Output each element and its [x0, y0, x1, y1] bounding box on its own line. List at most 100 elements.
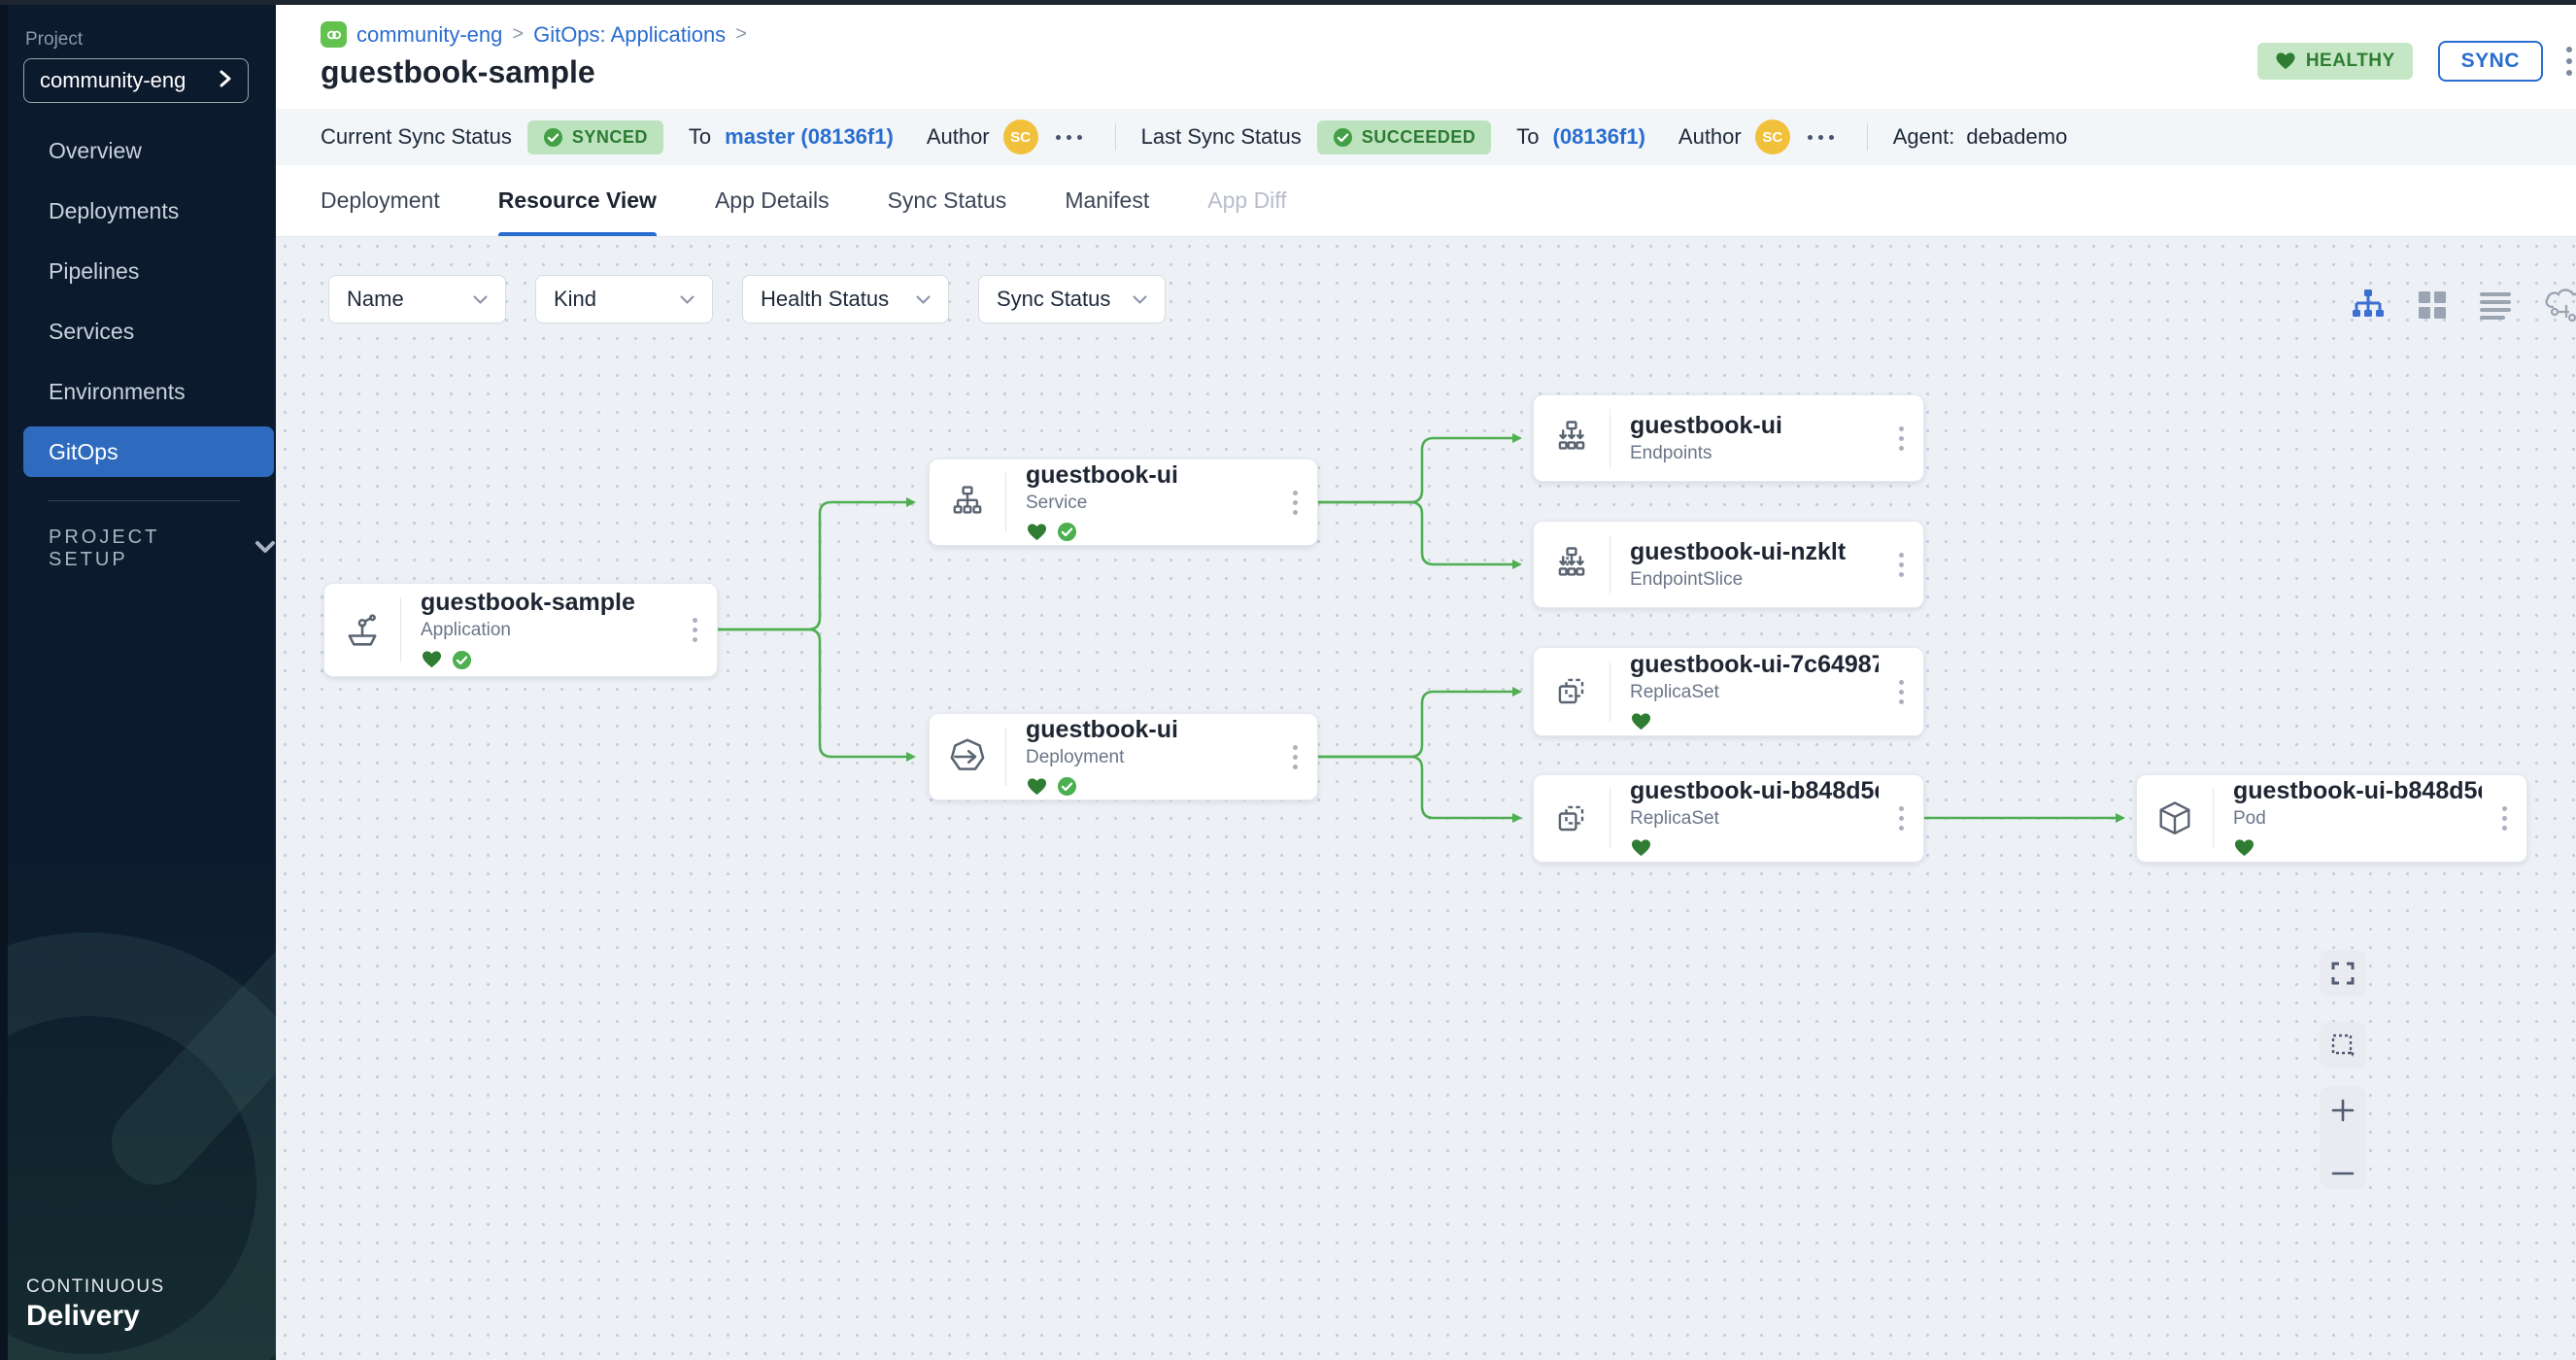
node-status-icons: [1630, 836, 1879, 860]
node-kind: Deployment: [1026, 747, 1272, 768]
project-setup-label: PROJECT SETUP: [49, 527, 229, 571]
grid-view-icon[interactable]: [2417, 289, 2448, 321]
filter-name-dropdown[interactable]: Name: [328, 275, 506, 323]
heart-icon: [2233, 838, 2255, 858]
node-kind: ReplicaSet: [1630, 808, 1879, 830]
sidebar-nav: Overview Deployments Pipelines Services …: [0, 120, 276, 482]
node-menu-icon[interactable]: [1272, 459, 1317, 545]
chevron-down-icon: [1133, 295, 1147, 304]
succeeded-badge: SUCCEEDED: [1317, 120, 1492, 154]
graph-node-deployment[interactable]: guestbook-ui Deployment: [929, 713, 1318, 800]
node-name: guestbook-ui: [1026, 461, 1272, 490]
synced-check-icon: [543, 127, 563, 148]
synced-badge: SYNCED: [527, 120, 663, 154]
project-setup-toggle[interactable]: PROJECT SETUP: [49, 527, 276, 571]
filter-label: Sync Status: [997, 287, 1110, 312]
graph-node-endpointslice[interactable]: guestbook-ui-nzklt EndpointSlice: [1533, 521, 1924, 608]
chevron-down-icon: [254, 540, 276, 559]
last-target-revision-link[interactable]: (08136f1): [1553, 124, 1645, 150]
filter-sync-status-dropdown[interactable]: Sync Status: [978, 275, 1166, 323]
tab-resource-view[interactable]: Resource View: [498, 165, 657, 236]
node-menu-icon[interactable]: [1879, 395, 1923, 481]
replicaset-icon: [1534, 648, 1610, 735]
project-selector[interactable]: community-eng: [23, 58, 249, 103]
synced-check-icon: [1057, 776, 1077, 797]
tab-manifest[interactable]: Manifest: [1065, 165, 1149, 236]
sidebar: Project community-eng Overview Deploymen…: [0, 0, 276, 1360]
synced-check-icon: [1057, 522, 1077, 542]
node-kind: Service: [1026, 493, 1272, 514]
breadcrumb-separator: >: [735, 23, 747, 46]
module-brand: CONTINUOUS Delivery: [26, 1276, 165, 1333]
window-edge-top: [0, 0, 2576, 5]
tab-sync-status[interactable]: Sync Status: [888, 165, 1007, 236]
sidebar-item-label: Environments: [49, 379, 186, 405]
more-options-icon[interactable]: [1056, 135, 1082, 140]
list-view-icon[interactable]: [2479, 290, 2512, 320]
graph-node-replicaset-7c64987dc9[interactable]: guestbook-ui-7c64987dc9 ReplicaSet: [1533, 647, 1924, 736]
replicaset-icon: [1534, 775, 1610, 862]
gitops-logo-icon: [321, 21, 347, 48]
node-menu-icon[interactable]: [1879, 648, 1923, 735]
project-name: community-eng: [40, 68, 186, 93]
sidebar-item-overview[interactable]: Overview: [0, 120, 276, 181]
sidebar-item-gitops[interactable]: GitOps: [0, 422, 276, 482]
sidebar-item-environments[interactable]: Environments: [0, 361, 276, 422]
health-badge-label: HEALTHY: [2306, 51, 2395, 72]
chevron-down-icon: [916, 295, 931, 304]
heart-icon: [1026, 777, 1048, 797]
marquee-select-icon: [2330, 1033, 2356, 1058]
sidebar-item-label: GitOps: [49, 439, 119, 465]
node-name: guestbook-ui: [1630, 412, 1879, 440]
current-sync-status-label: Current Sync Status: [321, 124, 512, 150]
zoom-out-button[interactable]: [2330, 1170, 2356, 1177]
sidebar-item-label: Deployments: [49, 198, 179, 224]
node-status-icons: [1630, 710, 1879, 733]
filter-health-status-dropdown[interactable]: Health Status: [742, 275, 949, 323]
marquee-select-button[interactable]: [2320, 1022, 2366, 1069]
graph-node-endpoints[interactable]: guestbook-ui Endpoints: [1533, 394, 1924, 482]
fullscreen-button[interactable]: [2320, 950, 2366, 997]
current-target-revision-link[interactable]: master (08136f1): [725, 124, 894, 150]
node-name: guestbook-ui: [1026, 716, 1272, 744]
node-menu-icon[interactable]: [2482, 775, 2526, 862]
filter-kind-dropdown[interactable]: Kind: [535, 275, 713, 323]
sidebar-item-services[interactable]: Services: [0, 301, 276, 361]
zoom-in-button[interactable]: [2330, 1098, 2356, 1123]
heart-icon: [2275, 51, 2296, 71]
node-menu-icon[interactable]: [1879, 775, 1923, 862]
sidebar-item-label: Overview: [49, 138, 142, 164]
sidebar-item-pipelines[interactable]: Pipelines: [0, 241, 276, 301]
breadcrumb: community-eng > GitOps: Applications >: [321, 21, 747, 48]
node-menu-icon[interactable]: [1272, 714, 1317, 799]
node-name: guestbook-ui-b848d5d9...: [2233, 777, 2482, 805]
node-name: guestbook-sample: [421, 589, 672, 617]
tab-deployment[interactable]: Deployment: [321, 165, 440, 236]
sidebar-item-label: Services: [49, 319, 134, 345]
agent-label: Agent:: [1893, 124, 1955, 150]
breadcrumb-section-link[interactable]: GitOps: Applications: [533, 22, 726, 48]
breadcrumb-project-link[interactable]: community-eng: [356, 22, 502, 48]
header-kebab-icon[interactable]: [2566, 47, 2572, 76]
sync-button[interactable]: SYNC: [2438, 41, 2543, 82]
succeeded-check-icon: [1333, 127, 1353, 148]
harness-gitops-app-page: Project community-eng Overview Deploymen…: [0, 0, 2576, 1360]
more-options-icon[interactable]: [1808, 135, 1834, 140]
service-icon: [930, 459, 1005, 545]
health-status-badge: HEALTHY: [2257, 43, 2413, 80]
endpointslice-icon: [1534, 522, 1610, 607]
graph-node-application[interactable]: guestbook-sample Application: [323, 583, 718, 677]
resource-graph-canvas[interactable]: Name Kind Health Status Sync Status: [276, 237, 2576, 1360]
tab-app-details[interactable]: App Details: [715, 165, 830, 236]
node-menu-icon[interactable]: [672, 584, 717, 676]
graph-node-pod[interactable]: guestbook-ui-b848d5d9... Pod: [2136, 774, 2527, 863]
zoom-in-icon: [2330, 1098, 2356, 1123]
tree-view-icon[interactable]: [2351, 289, 2386, 322]
node-menu-icon[interactable]: [1879, 522, 1923, 607]
graph-node-replicaset-b848d5d9d[interactable]: guestbook-ui-b848d5d9d ReplicaSet: [1533, 774, 1924, 863]
tab-app-diff[interactable]: App Diff: [1207, 165, 1286, 236]
sidebar-item-deployments[interactable]: Deployments: [0, 181, 276, 241]
node-kind: ReplicaSet: [1630, 682, 1879, 703]
graph-node-service[interactable]: guestbook-ui Service: [929, 459, 1318, 546]
cloud-view-icon[interactable]: [2543, 286, 2576, 324]
